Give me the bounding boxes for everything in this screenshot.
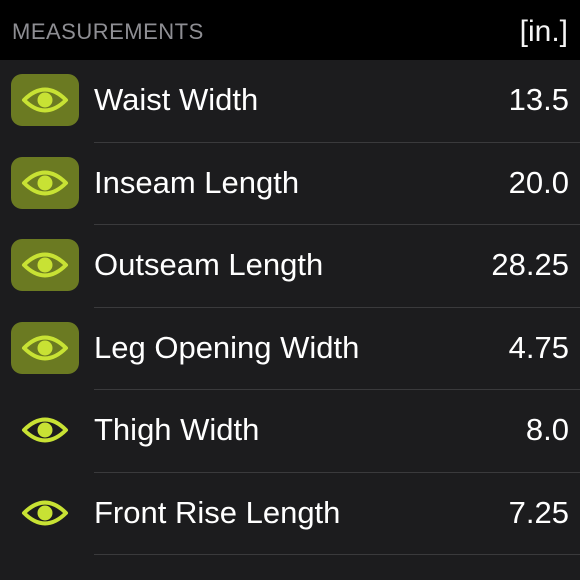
measurement-value[interactable]: 7.25 — [509, 495, 569, 531]
measurement-value[interactable]: 4.75 — [509, 330, 569, 366]
measurements-list: Waist Width 13.5 Inseam Length 20.0 Outs… — [0, 60, 580, 555]
eye-icon — [22, 417, 68, 443]
measurement-row-outseam-length[interactable]: Outseam Length 28.25 — [0, 225, 580, 308]
row-divider — [94, 554, 580, 555]
header-bar: MEASUREMENTS [in.] — [0, 0, 580, 60]
measurement-label: Outseam Length — [94, 247, 324, 282]
measurement-row-front-rise-length[interactable]: Front Rise Length 7.25 — [0, 473, 580, 555]
measurement-row-waist-width[interactable]: Waist Width 13.5 — [0, 60, 580, 143]
measurement-value[interactable]: 28.25 — [491, 247, 569, 283]
measurement-value[interactable]: 13.5 — [509, 82, 569, 118]
visibility-toggle[interactable] — [11, 321, 79, 374]
visibility-toggle[interactable] — [11, 239, 79, 291]
measurement-label: Leg Opening Width — [94, 329, 360, 365]
measurement-label: Waist Width — [94, 82, 259, 117]
visibility-toggle[interactable] — [11, 74, 79, 126]
measurement-row-thigh-width[interactable]: Thigh Width 8.0 — [0, 390, 580, 473]
measurement-row-leg-opening-width[interactable]: Leg Opening Width 4.75 — [0, 308, 580, 390]
section-title: MEASUREMENTS — [12, 19, 204, 44]
eye-icon — [22, 170, 68, 195]
eye-icon — [22, 87, 68, 113]
eye-icon — [22, 500, 68, 525]
eye-icon — [22, 335, 68, 360]
measurement-label: Inseam Length — [94, 164, 300, 200]
eye-icon — [22, 252, 68, 278]
measurement-value[interactable]: 20.0 — [509, 165, 569, 201]
measurement-label: Front Rise Length — [94, 494, 341, 530]
measurement-value[interactable]: 8.0 — [526, 412, 569, 448]
visibility-toggle[interactable] — [11, 487, 79, 539]
measurement-label: Thigh Width — [94, 412, 260, 447]
unit-label[interactable]: [in.] — [520, 15, 568, 49]
measurements-screen: MEASUREMENTS [in.] Waist Width 13.5 Inse… — [0, 0, 580, 580]
visibility-toggle[interactable] — [11, 404, 79, 456]
visibility-toggle[interactable] — [11, 156, 79, 209]
measurement-row-inseam-length[interactable]: Inseam Length 20.0 — [0, 143, 580, 225]
